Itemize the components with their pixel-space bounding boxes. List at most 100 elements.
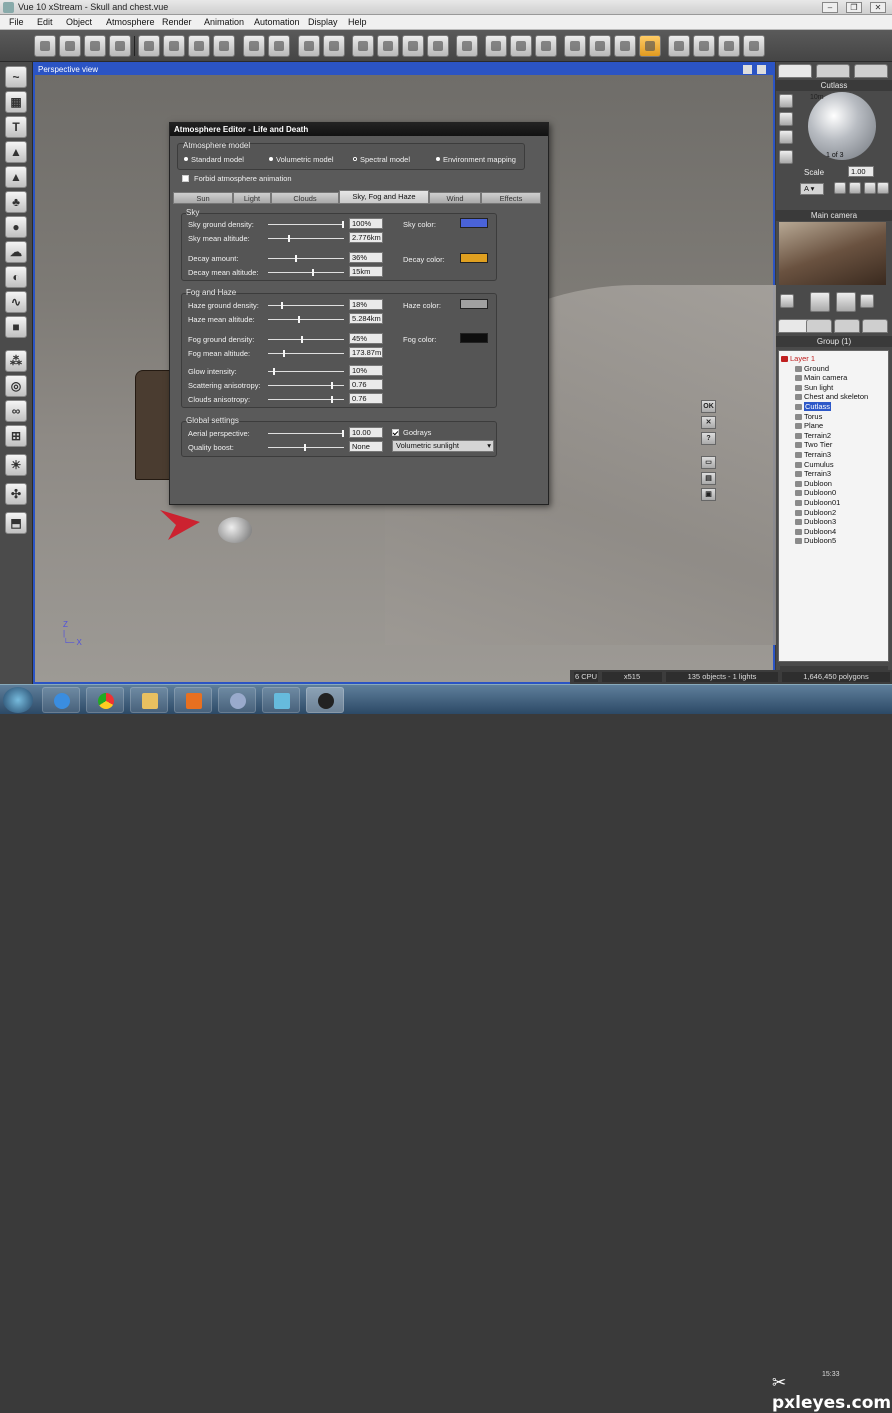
light-icon[interactable]: ◐ (5, 266, 27, 288)
help-button[interactable]: ? (701, 432, 716, 445)
restore-icon[interactable]: ❐ (846, 2, 862, 13)
material-tool3-icon[interactable] (779, 130, 793, 144)
view-toggle-icon[interactable] (639, 35, 661, 57)
slider-thumb[interactable] (298, 316, 300, 323)
viewport-menu-icon[interactable] (743, 65, 752, 74)
cutlass-object[interactable] (160, 510, 200, 540)
ok-button[interactable]: OK (701, 400, 716, 413)
explorer-icon[interactable] (130, 687, 168, 713)
frame-icon[interactable] (718, 35, 740, 57)
forbid-animation-checkbox[interactable] (182, 175, 189, 182)
radio-environment-mapping[interactable]: Environment mapping (436, 155, 516, 164)
scale-value[interactable]: 1.00 (848, 166, 874, 177)
media-player-icon[interactable] (174, 687, 212, 713)
transform-icon[interactable]: ⊞ (5, 425, 27, 447)
viewport-maximize-icon[interactable] (757, 65, 766, 74)
sphere-icon[interactable] (834, 182, 846, 194)
material-preview[interactable] (808, 92, 876, 160)
group-icon[interactable]: ⁂ (5, 350, 27, 372)
tree-item[interactable]: Dubloon5 (795, 536, 836, 546)
paint-icon[interactable] (218, 687, 256, 713)
minimize-icon[interactable]: – (822, 2, 838, 13)
redo-icon[interactable] (268, 35, 290, 57)
haze-color-swatch[interactable] (460, 299, 488, 309)
sun-icon[interactable]: ☀ (5, 454, 27, 476)
new-icon[interactable] (34, 35, 56, 57)
fog-row-value-3[interactable]: 173.87m (349, 347, 383, 358)
fog-row-slider-3[interactable] (268, 350, 344, 357)
aerial-perspective-value[interactable]: 10.00 (349, 427, 383, 438)
menu-file[interactable]: File (9, 17, 24, 27)
water-icon[interactable]: ~ (5, 66, 27, 88)
new-atmosphere-icon[interactable]: ▭ (701, 456, 716, 469)
slider-thumb[interactable] (273, 368, 275, 375)
slider-thumb[interactable] (342, 221, 344, 228)
menu-edit[interactable]: Edit (37, 17, 53, 27)
tab-sky-fog-haze[interactable]: Sky, Fog and Haze (339, 190, 429, 204)
menu-animation[interactable]: Animation (204, 17, 244, 27)
fog-color-swatch[interactable] (460, 333, 488, 343)
slider-thumb[interactable] (304, 444, 306, 451)
sky-row-slider-3[interactable] (268, 269, 344, 276)
zoom-out-icon[interactable] (614, 35, 636, 57)
tab-effects[interactable]: Effects (481, 192, 541, 204)
undo-icon[interactable] (243, 35, 265, 57)
sky-row-value-1[interactable]: 2.776km (349, 232, 383, 243)
tree-item[interactable]: Chest and skeleton (795, 392, 868, 402)
cloud-icon[interactable]: ☁ (5, 241, 27, 263)
fog-row-slider-0[interactable] (268, 302, 344, 309)
cube-icon[interactable]: ■ (5, 316, 27, 338)
quality-boost-slider[interactable] (268, 444, 344, 451)
move-camera-icon[interactable] (810, 292, 830, 312)
sky-color-swatch[interactable] (460, 218, 488, 228)
gear-icon[interactable] (877, 182, 889, 194)
tab-wind[interactable]: Wind (429, 192, 481, 204)
fog-row-value-5[interactable]: 0.76 (349, 379, 383, 390)
color-icon[interactable] (456, 35, 478, 57)
zoom-window-icon[interactable] (564, 35, 586, 57)
boolean-icon[interactable]: ◎ (5, 375, 27, 397)
radio-standard-model[interactable]: Standard model (184, 155, 244, 164)
fog-row-slider-2[interactable] (268, 336, 344, 343)
radio-volumetric-model[interactable]: Volumetric model (269, 155, 334, 164)
text-icon[interactable]: T (5, 116, 27, 138)
slider-thumb[interactable] (331, 396, 333, 403)
ie-icon[interactable] (42, 687, 80, 713)
sky-row-slider-1[interactable] (268, 235, 344, 242)
fullscreen-icon[interactable] (743, 35, 765, 57)
sky-row-value-2[interactable]: 36% (349, 252, 383, 263)
tab-sun[interactable]: Sun (173, 192, 233, 204)
tab-terrain-icon[interactable] (816, 64, 850, 78)
sky-row-slider-0[interactable] (268, 221, 344, 228)
menu-atmosphere[interactable]: Atmosphere (106, 17, 155, 27)
tree-item[interactable]: Main camera (795, 373, 847, 383)
fog-row-value-0[interactable]: 18% (349, 299, 383, 310)
tab-settings-icon[interactable] (854, 64, 888, 78)
fog-row-value-6[interactable]: 0.76 (349, 393, 383, 404)
tab-light[interactable]: Light (233, 192, 271, 204)
cut-icon[interactable] (138, 35, 160, 57)
save-atmosphere-icon[interactable]: ▣ (701, 488, 716, 501)
tree-item[interactable]: Dubloon2 (795, 508, 836, 518)
tab-materials-icon[interactable] (806, 319, 832, 333)
fog-row-value-1[interactable]: 5.284km (349, 313, 383, 324)
sunlight-mode-select[interactable]: Volumetric sunlight ▾ (392, 440, 494, 452)
plant-icon[interactable] (402, 35, 424, 57)
tree-item[interactable]: Cutlass (795, 402, 832, 412)
options-icon[interactable] (109, 35, 131, 57)
tree-item[interactable]: Layer 1 (781, 354, 815, 364)
decay-color-swatch[interactable] (460, 253, 488, 263)
tree-item[interactable]: Terrain3 (795, 450, 831, 460)
sky-row-value-0[interactable]: 100% (349, 218, 383, 229)
tree-item[interactable]: Dubloon (795, 479, 832, 489)
radio-spectral-model[interactable]: Spectral model (353, 155, 410, 164)
close-icon[interactable]: ✕ (870, 2, 886, 13)
tree-item[interactable]: Sun light (795, 383, 833, 393)
tree-item[interactable]: Dubloon3 (795, 517, 836, 527)
fog-row-slider-4[interactable] (268, 368, 344, 375)
vue-taskbar-icon[interactable] (306, 687, 344, 713)
slider-thumb[interactable] (283, 350, 285, 357)
slider-thumb[interactable] (288, 235, 290, 242)
tree-item[interactable]: Ground (795, 364, 829, 374)
play-icon[interactable] (860, 294, 874, 308)
